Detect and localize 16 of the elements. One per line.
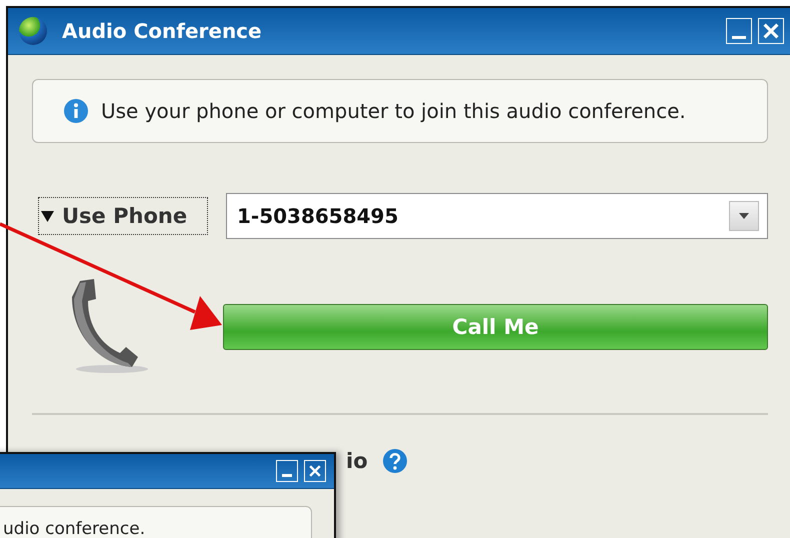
close-button[interactable] [304, 460, 326, 482]
info-text: udio conference. [3, 519, 146, 538]
window-title: Audio Conference [62, 19, 263, 43]
caret-icon [41, 210, 54, 222]
close-icon [309, 465, 321, 477]
minimize-button[interactable] [726, 18, 752, 44]
phone-number-dropdown[interactable]: 1-5038658495 [226, 193, 768, 239]
info-text: Use your phone or computer to join this audio conference. [101, 99, 686, 123]
close-button[interactable] [758, 18, 784, 44]
help-icon[interactable] [382, 448, 408, 474]
use-phone-toggle[interactable]: Use Phone [38, 197, 208, 235]
info-icon [63, 98, 89, 124]
section-label: io [346, 449, 368, 473]
globe-icon [18, 16, 48, 46]
minimize-button[interactable] [276, 460, 298, 482]
close-icon [763, 23, 779, 39]
